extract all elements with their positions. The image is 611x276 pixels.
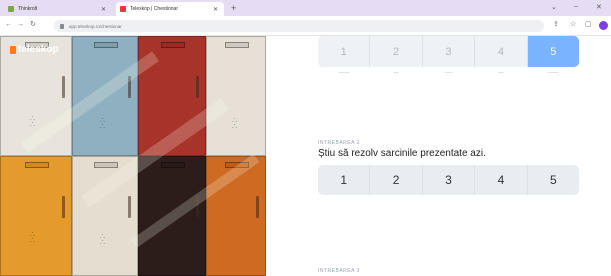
browser-toolbar: ← → ↻ app.teleskop.ro/chestionar ⇪ ☆ ▢ <box>0 16 611 36</box>
scale-sublabel: ▁▁ <box>393 69 399 73</box>
close-tab-icon[interactable]: ✕ <box>213 6 218 13</box>
logo-text: teleskop <box>18 44 59 55</box>
tab-favicon-icon <box>120 6 126 12</box>
rating-option-1[interactable]: 1 <box>318 36 371 67</box>
logo-mark-icon <box>10 45 16 54</box>
rating-scale-question-2: 1 2 3 4 5 <box>318 165 579 195</box>
tab-title: Teleskop | Chestionar <box>130 6 178 12</box>
new-tab-button[interactable]: + <box>231 2 236 14</box>
star-icon[interactable]: ☆ <box>570 20 576 30</box>
rating-option-5-selected[interactable]: 5 <box>527 36 579 67</box>
rating-option-3[interactable]: 3 <box>422 165 476 195</box>
rating-scale-question-1: 1 2 3 4 5 <box>318 36 579 67</box>
back-icon[interactable]: ← <box>5 20 12 30</box>
browser-tab-active[interactable]: Teleskop | Chestionar ✕ <box>116 2 224 16</box>
rating-option-5[interactable]: 5 <box>527 165 579 195</box>
minimize-icon[interactable]: – <box>574 3 578 10</box>
browser-tab-bar: Thinkrolt ✕ Teleskop | Chestionar ✕ + ⌄ … <box>0 0 611 16</box>
tab-title: Thinkrolt <box>18 6 38 12</box>
scale-sublabel: ▁▁▁ <box>444 69 453 73</box>
scale-sublabel: ▁▁▁▁ <box>338 69 350 73</box>
question-3-label: INTREBAREA 3 <box>318 268 360 274</box>
rating-option-4[interactable]: 4 <box>475 165 528 195</box>
scale-sublabel: ▁▁ <box>498 69 504 73</box>
rating-option-2[interactable]: 2 <box>370 165 423 195</box>
rating-option-2[interactable]: 2 <box>370 36 423 67</box>
close-tab-icon[interactable]: ✕ <box>101 6 106 13</box>
share-icon[interactable]: ⇪ <box>553 20 559 30</box>
question-2-text: Știu să rezolv sarcinile prezentate azi. <box>318 148 486 159</box>
profile-avatar[interactable] <box>599 21 608 30</box>
reload-icon[interactable]: ↻ <box>30 20 36 30</box>
tab-favicon-icon <box>8 6 14 12</box>
forward-icon[interactable]: → <box>17 20 24 30</box>
rating-scale-sublabels: ▁▁▁▁ ▁▁ ▁▁▁ ▁▁ ▁▁▁▁ <box>318 69 579 73</box>
close-window-icon[interactable]: ✕ <box>596 3 602 11</box>
scale-sublabel: ▁▁▁▁ <box>547 69 559 73</box>
address-bar[interactable]: app.teleskop.ro/chestionar <box>54 20 544 32</box>
question-2-label: INTREBAREA 2 <box>318 140 360 146</box>
rating-option-4[interactable]: 4 <box>475 36 528 67</box>
tab-search-icon[interactable]: ⌄ <box>551 3 557 11</box>
extensions-icon[interactable]: ▢ <box>585 20 592 30</box>
browser-tab[interactable]: Thinkrolt ✕ <box>4 2 112 16</box>
lockers-photo: ∴ ∴ ∴ ∴ ∴ ∴ ∴ ∴ ∴ ∴ <box>0 36 266 276</box>
teleskop-logo[interactable]: teleskop <box>10 44 59 55</box>
lock-icon <box>60 23 64 29</box>
url-text: app.teleskop.ro/chestionar <box>69 23 122 29</box>
rating-option-3[interactable]: 3 <box>422 36 476 67</box>
rating-option-1[interactable]: 1 <box>318 165 371 195</box>
